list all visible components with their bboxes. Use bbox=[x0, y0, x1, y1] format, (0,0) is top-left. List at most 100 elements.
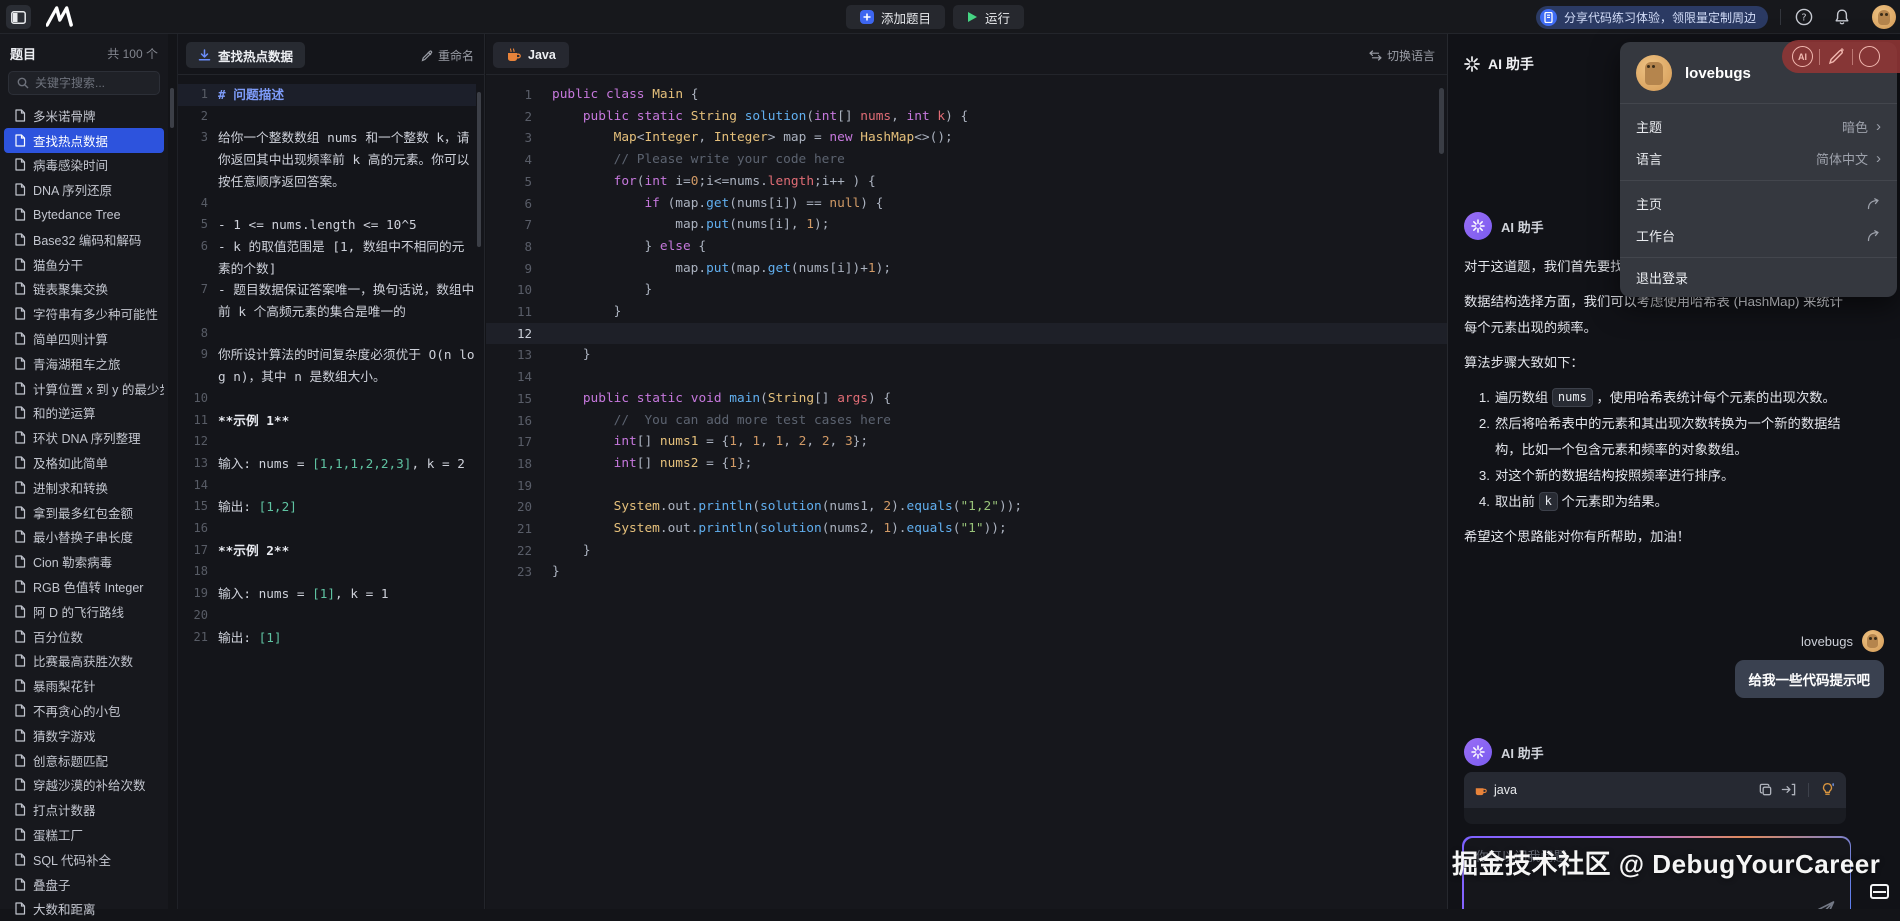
document-icon bbox=[14, 456, 26, 469]
md-line: 12 bbox=[178, 431, 476, 453]
pencil-icon bbox=[421, 50, 433, 62]
code-line: 16 // You can add more test cases here bbox=[486, 410, 1447, 432]
problem-scrollbar[interactable] bbox=[477, 92, 481, 247]
menu-item-value: 简体中文 bbox=[1816, 149, 1868, 168]
sidebar-item[interactable]: 猫鱼分干 bbox=[4, 252, 164, 277]
sidebar-item[interactable]: Bytedance Tree bbox=[4, 202, 164, 227]
sidebar-item[interactable]: 和的逆运算 bbox=[4, 401, 164, 426]
sidebar-item-label: 拿到最多红包金额 bbox=[33, 503, 133, 522]
lightbulb-icon[interactable] bbox=[1820, 782, 1836, 798]
overlay-partial-icon[interactable] bbox=[1859, 46, 1880, 67]
code-line: 21 System.out.println(solution(nums2, 1)… bbox=[486, 518, 1447, 540]
sidebar-scroll-gutter bbox=[168, 34, 177, 909]
editor-scrollbar[interactable] bbox=[1439, 88, 1444, 154]
sidebar-item[interactable]: RGB 色值转 Integer bbox=[4, 574, 164, 599]
topbar-divider bbox=[1780, 9, 1781, 25]
md-line: 3给你一个整数数组 nums 和一个整数 k，请你返回其中出现频率前 k 高的元… bbox=[178, 127, 476, 192]
sidebar-item[interactable]: 查找热点数据 bbox=[4, 128, 164, 153]
sidebar-item[interactable]: 蛋糕工厂 bbox=[4, 822, 164, 847]
menu-link-工作台[interactable]: 工作台 bbox=[1620, 219, 1897, 251]
sidebar-item[interactable]: 暴雨梨花针 bbox=[4, 673, 164, 698]
user-avatar[interactable] bbox=[1872, 5, 1896, 29]
document-icon bbox=[14, 382, 26, 395]
bell-icon[interactable] bbox=[1833, 8, 1851, 26]
inline-code-chip: nums bbox=[1552, 388, 1593, 407]
sidebar-item[interactable]: Base32 编码和解码 bbox=[4, 227, 164, 252]
sidebar-item[interactable]: 百分位数 bbox=[4, 624, 164, 649]
sidebar-item-label: 环状 DNA 序列整理 bbox=[33, 428, 141, 447]
code-line: 6 if (map.get(nums[i]) == null) { bbox=[486, 193, 1447, 215]
menu-item-语言[interactable]: 语言简体中文› bbox=[1620, 142, 1897, 174]
chevron-right-icon: › bbox=[1876, 118, 1881, 135]
menu-item-主题[interactable]: 主题暗色› bbox=[1620, 110, 1897, 142]
problem-tab[interactable]: 查找热点数据 bbox=[186, 42, 305, 68]
sidebar-item[interactable]: 创意标题匹配 bbox=[4, 748, 164, 773]
sidebar-item[interactable]: 不再贪心的小包 bbox=[4, 698, 164, 723]
sidebar-item[interactable]: 叠盘子 bbox=[4, 872, 164, 897]
document-icon bbox=[14, 109, 26, 122]
ai-avatar-icon bbox=[1464, 212, 1492, 240]
sidebar-item[interactable]: 比赛最高获胜次数 bbox=[4, 649, 164, 674]
insert-code-icon[interactable] bbox=[1781, 782, 1797, 798]
sidebar-item[interactable]: Cion 勒索病毒 bbox=[4, 549, 164, 574]
code-line: 18 int[] nums2 = {1}; bbox=[486, 453, 1447, 475]
sidebar-item[interactable]: 及格如此简单 bbox=[4, 450, 164, 475]
sidebar-item[interactable]: 环状 DNA 序列整理 bbox=[4, 425, 164, 450]
sidebar-item[interactable]: 计算位置 x 到 y 的最少步数 bbox=[4, 376, 164, 401]
send-icon[interactable] bbox=[1814, 899, 1836, 910]
problem-description[interactable]: 1# 问题描述23给你一个整数数组 nums 和一个整数 k，请你返回其中出现频… bbox=[178, 84, 476, 909]
sidebar-item[interactable]: SQL 代码补全 bbox=[4, 847, 164, 872]
sidebar-item[interactable]: 病毒感染时间 bbox=[4, 153, 164, 178]
logout-button[interactable]: 退出登录 bbox=[1620, 257, 1897, 297]
sidebar-item-label: 暴雨梨花针 bbox=[33, 676, 96, 695]
document-icon bbox=[14, 803, 26, 816]
document-icon bbox=[14, 704, 26, 717]
promo-banner[interactable]: 分享代码练习体验，领限量定制周边 bbox=[1536, 6, 1768, 29]
code-line: 5 for(int i=0;i<=nums.length;i++ ) { bbox=[486, 171, 1447, 193]
rename-button[interactable]: 重命名 bbox=[421, 47, 474, 64]
sidebar-item-label: Base32 编码和解码 bbox=[33, 230, 141, 249]
sidebar-item[interactable]: 拿到最多红包金额 bbox=[4, 500, 164, 525]
run-button[interactable]: 运行 bbox=[953, 5, 1024, 29]
user-message-header: lovebugs bbox=[1801, 630, 1884, 652]
sidebar-item[interactable]: 打点计数器 bbox=[4, 797, 164, 822]
search-box[interactable] bbox=[8, 71, 160, 95]
help-icon[interactable]: ? bbox=[1795, 8, 1813, 26]
ai-step: 3.对这个新的数据结构按照频率进行排序。 bbox=[1470, 463, 1849, 489]
sidebar-item[interactable]: 猜数字游戏 bbox=[4, 723, 164, 748]
sparkle-icon bbox=[1464, 56, 1480, 72]
search-input[interactable] bbox=[35, 76, 145, 90]
ai-overlay-icon[interactable]: AI bbox=[1792, 46, 1813, 67]
add-problem-button[interactable]: 添加题目 bbox=[846, 5, 945, 29]
sidebar-item-label: 链表聚集交换 bbox=[33, 279, 108, 298]
sidebar-item[interactable]: 简单四则计算 bbox=[4, 326, 164, 351]
ai-panel-header: AI 助手 bbox=[1464, 54, 1534, 74]
sidebar-item[interactable]: 穿越沙漠的补给次数 bbox=[4, 773, 164, 798]
menu-link-主页[interactable]: 主页 bbox=[1620, 187, 1897, 219]
rename-label: 重命名 bbox=[438, 47, 474, 64]
sidebar-item[interactable]: DNA 序列还原 bbox=[4, 177, 164, 202]
copy-icon[interactable] bbox=[1758, 782, 1774, 798]
sidebar-item[interactable]: 字符串有多少种可能性 bbox=[4, 301, 164, 326]
document-icon bbox=[14, 208, 26, 221]
sidebar-item[interactable]: 多米诺骨牌 bbox=[4, 103, 164, 128]
sidebar-item-label: 蛋糕工厂 bbox=[33, 825, 83, 844]
code-editor-panel: Java 切换语言 1public class Main {2 public s… bbox=[486, 34, 1448, 909]
language-tab[interactable]: Java bbox=[493, 42, 569, 68]
md-line: 8 bbox=[178, 323, 476, 345]
sidebar-item[interactable]: 进制求和转换 bbox=[4, 475, 164, 500]
sidebar-item[interactable]: 青海湖租车之旅 bbox=[4, 351, 164, 376]
md-line: 7- 题目数据保证答案唯一，换句话说，数组中前 k 个高频元素的集合是唯一的 bbox=[178, 279, 476, 322]
sidebar-item-label: 猫鱼分干 bbox=[33, 255, 83, 274]
sidebar-item[interactable]: 链表聚集交换 bbox=[4, 277, 164, 302]
sidebar-item-label: RGB 色值转 Integer bbox=[33, 577, 143, 596]
sidebar-scrollbar[interactable] bbox=[170, 88, 174, 128]
user-name: lovebugs bbox=[1801, 634, 1853, 649]
sidebar-item[interactable]: 阿 D 的飞行路线 bbox=[4, 599, 164, 624]
annotate-pencil-icon[interactable] bbox=[1826, 47, 1846, 67]
sidebar-toggle-button[interactable] bbox=[6, 5, 31, 29]
switch-language-button[interactable]: 切换语言 bbox=[1369, 47, 1435, 64]
sidebar-item-label: 青海湖租车之旅 bbox=[33, 354, 121, 373]
code-area[interactable]: 1public class Main {2 public static Stri… bbox=[486, 84, 1447, 909]
sidebar-item[interactable]: 最小替换子串长度 bbox=[4, 525, 164, 550]
